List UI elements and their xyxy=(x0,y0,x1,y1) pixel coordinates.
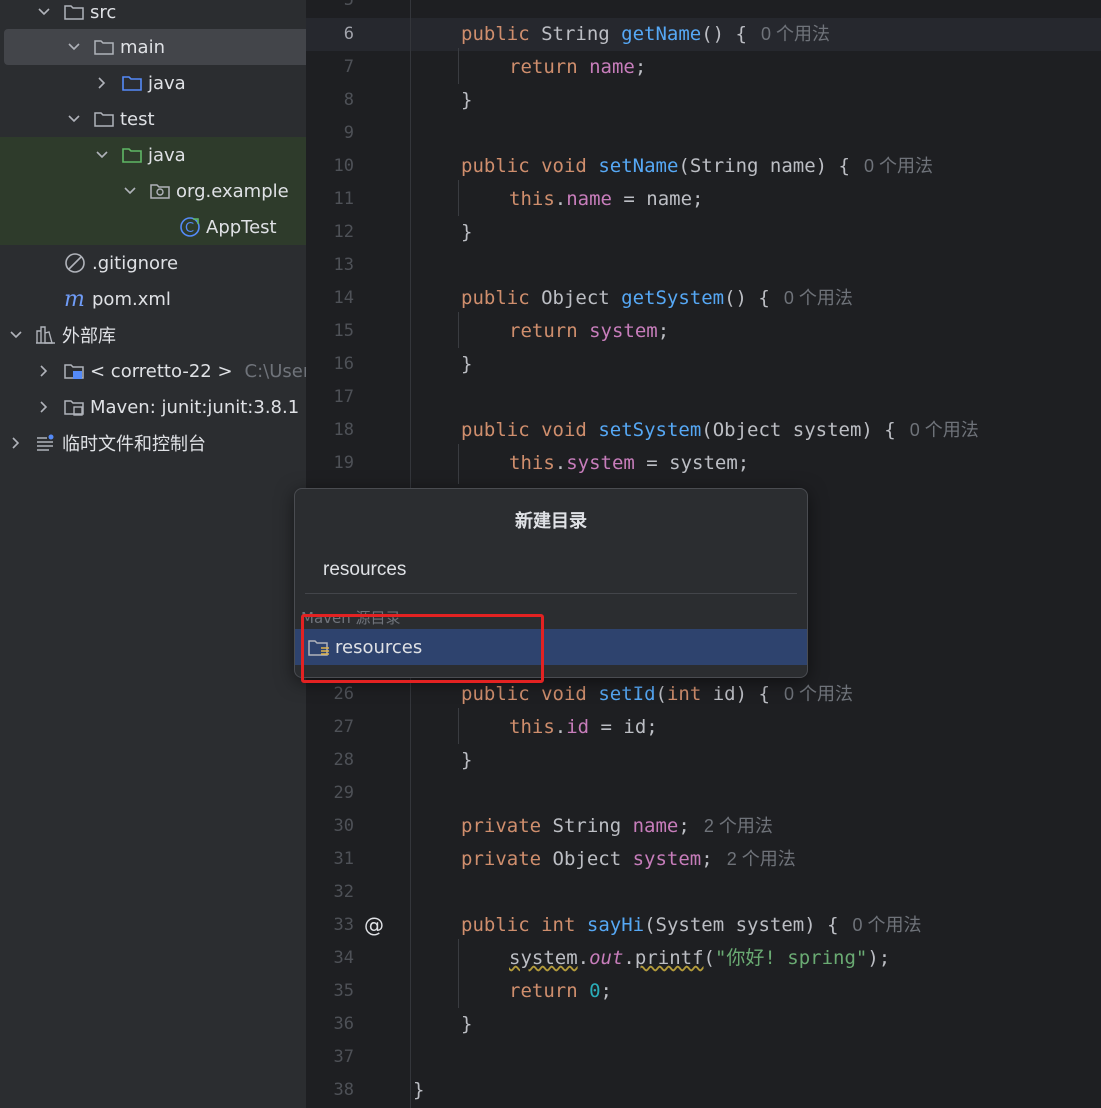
chevron-down-icon[interactable] xyxy=(66,111,82,127)
test-class-icon: C xyxy=(178,216,202,238)
source-folder-icon xyxy=(120,72,144,94)
usage-hint[interactable]: 0 个用法 xyxy=(761,24,830,44)
tree-item-test-java[interactable]: java xyxy=(0,137,306,173)
library-icon xyxy=(34,324,58,346)
tree-item-scratches[interactable]: 临时文件和控制台 xyxy=(0,425,314,461)
code-line: 35 return 0; xyxy=(333,980,612,1002)
chevron-down-icon[interactable] xyxy=(122,183,138,199)
tree-item-external-libraries[interactable]: 外部库 xyxy=(0,317,314,353)
tree-item-label: 外部库 xyxy=(62,326,116,347)
popup-title: 新建目录 xyxy=(515,511,587,532)
code-line: 11 this.name = name; xyxy=(333,188,704,210)
library-jar-icon xyxy=(62,396,86,418)
code-line: 18 public void setSystem(Object system) … xyxy=(333,419,979,441)
folder-icon xyxy=(92,108,116,130)
chevron-down-icon[interactable] xyxy=(66,39,82,55)
directory-name-input[interactable] xyxy=(315,553,801,587)
indent-guide xyxy=(458,312,459,348)
code-line: 28 } xyxy=(333,749,473,771)
code-line: 30 private String name; 2 个用法 xyxy=(333,815,773,837)
scratches-icon xyxy=(34,432,58,454)
code-line: 32 xyxy=(333,882,354,902)
tree-item-label: org.example xyxy=(176,180,289,202)
tree-item-src[interactable]: src xyxy=(0,0,342,30)
code-line: 5 xyxy=(343,0,354,10)
svg-text:m: m xyxy=(64,288,85,310)
chevron-right-icon[interactable] xyxy=(36,363,52,379)
usage-hint[interactable]: 0 个用法 xyxy=(853,915,922,935)
code-line: 29 xyxy=(333,783,354,803)
usage-hint[interactable]: 0 个用法 xyxy=(910,420,979,440)
tree-item-label: test xyxy=(120,108,155,130)
tree-item-apptest[interactable]: C AppTest xyxy=(0,209,306,245)
indent-guide xyxy=(458,48,459,84)
code-line: 15 return system; xyxy=(333,320,670,342)
maven-icon: m xyxy=(64,288,88,310)
code-line: 12 } xyxy=(333,221,473,243)
tree-item-main[interactable]: main xyxy=(4,29,351,65)
tree-item-label: java xyxy=(148,144,186,166)
code-line: 9 xyxy=(343,123,354,143)
indent-guide xyxy=(458,444,459,484)
indent-guide xyxy=(458,939,459,1008)
folder-icon xyxy=(92,36,116,58)
code-line: 7 return name; xyxy=(343,56,647,78)
tree-item-label: java xyxy=(148,72,186,94)
code-line: 10 public void setName(String name) {0 个… xyxy=(333,155,933,177)
code-line: 37 xyxy=(333,1047,354,1067)
implementation-gutter-icon[interactable]: @ xyxy=(364,909,384,942)
tree-item-label: src xyxy=(90,1,117,23)
indent-guide xyxy=(458,180,459,216)
code-line: 13 xyxy=(333,255,354,275)
code-line: 31 private Object system; 2 个用法 xyxy=(333,848,796,870)
code-line: 34 system.out.printf("你好! spring"); xyxy=(333,947,891,969)
chevron-down-icon[interactable] xyxy=(94,147,110,163)
jdk-icon xyxy=(62,360,86,382)
chevron-right-icon[interactable] xyxy=(8,435,24,451)
code-line: 33 @ public int sayHi(System system) {0 … xyxy=(306,909,1101,942)
tree-item-label: main xyxy=(120,36,165,58)
code-line: 17 xyxy=(333,387,354,407)
code-line: 38 } xyxy=(333,1079,425,1101)
usage-hint[interactable]: 0 个用法 xyxy=(784,684,853,704)
package-icon xyxy=(148,180,172,202)
chevron-down-icon[interactable] xyxy=(8,327,24,343)
chevron-right-icon[interactable] xyxy=(94,75,110,91)
code-line: 19 this.system = system; xyxy=(333,452,750,474)
code-line: 14 public Object getSystem() {0 个用法 xyxy=(333,287,853,309)
code-line: 36 } xyxy=(333,1013,473,1035)
code-line-current: 6 public String getName() {0 个用法 xyxy=(306,18,1101,51)
usage-hint[interactable]: 2 个用法 xyxy=(704,816,773,836)
project-tree-panel: src main java test java org.example C Ap… xyxy=(0,0,351,1108)
tree-item-org-example[interactable]: org.example xyxy=(0,173,306,209)
code-line: 27 this.id = id; xyxy=(333,716,658,738)
indent-guide xyxy=(458,708,459,744)
chevron-right-icon[interactable] xyxy=(36,399,52,415)
tree-item-label: .gitignore xyxy=(92,252,179,274)
chevron-down-icon[interactable] xyxy=(36,4,52,20)
svg-text:C: C xyxy=(185,221,194,236)
tree-item-corretto[interactable]: < corretto-22 > C:\Users\ xyxy=(0,353,342,389)
tree-item-label: < corretto-22 > xyxy=(90,360,233,382)
tree-item-label: AppTest xyxy=(206,216,277,238)
usage-hint[interactable]: 2 个用法 xyxy=(727,849,796,869)
tree-item-maven-junit[interactable]: Maven: junit:junit:3.8.1 xyxy=(0,389,342,425)
tree-item-label: pom.xml xyxy=(92,288,171,310)
test-source-folder-icon xyxy=(120,144,144,166)
tree-item-label: Maven: junit:junit:3.8.1 xyxy=(90,396,300,418)
divider xyxy=(305,593,797,594)
usage-hint[interactable]: 0 个用法 xyxy=(864,156,933,176)
code-line: 8 } xyxy=(343,89,473,111)
folder-icon xyxy=(62,1,86,23)
usage-hint[interactable]: 0 个用法 xyxy=(784,288,853,308)
code-line: 16 } xyxy=(333,353,473,375)
tree-item-label: 临时文件和控制台 xyxy=(62,434,206,455)
ignore-file-icon xyxy=(64,252,88,274)
highlight-box xyxy=(301,614,544,683)
